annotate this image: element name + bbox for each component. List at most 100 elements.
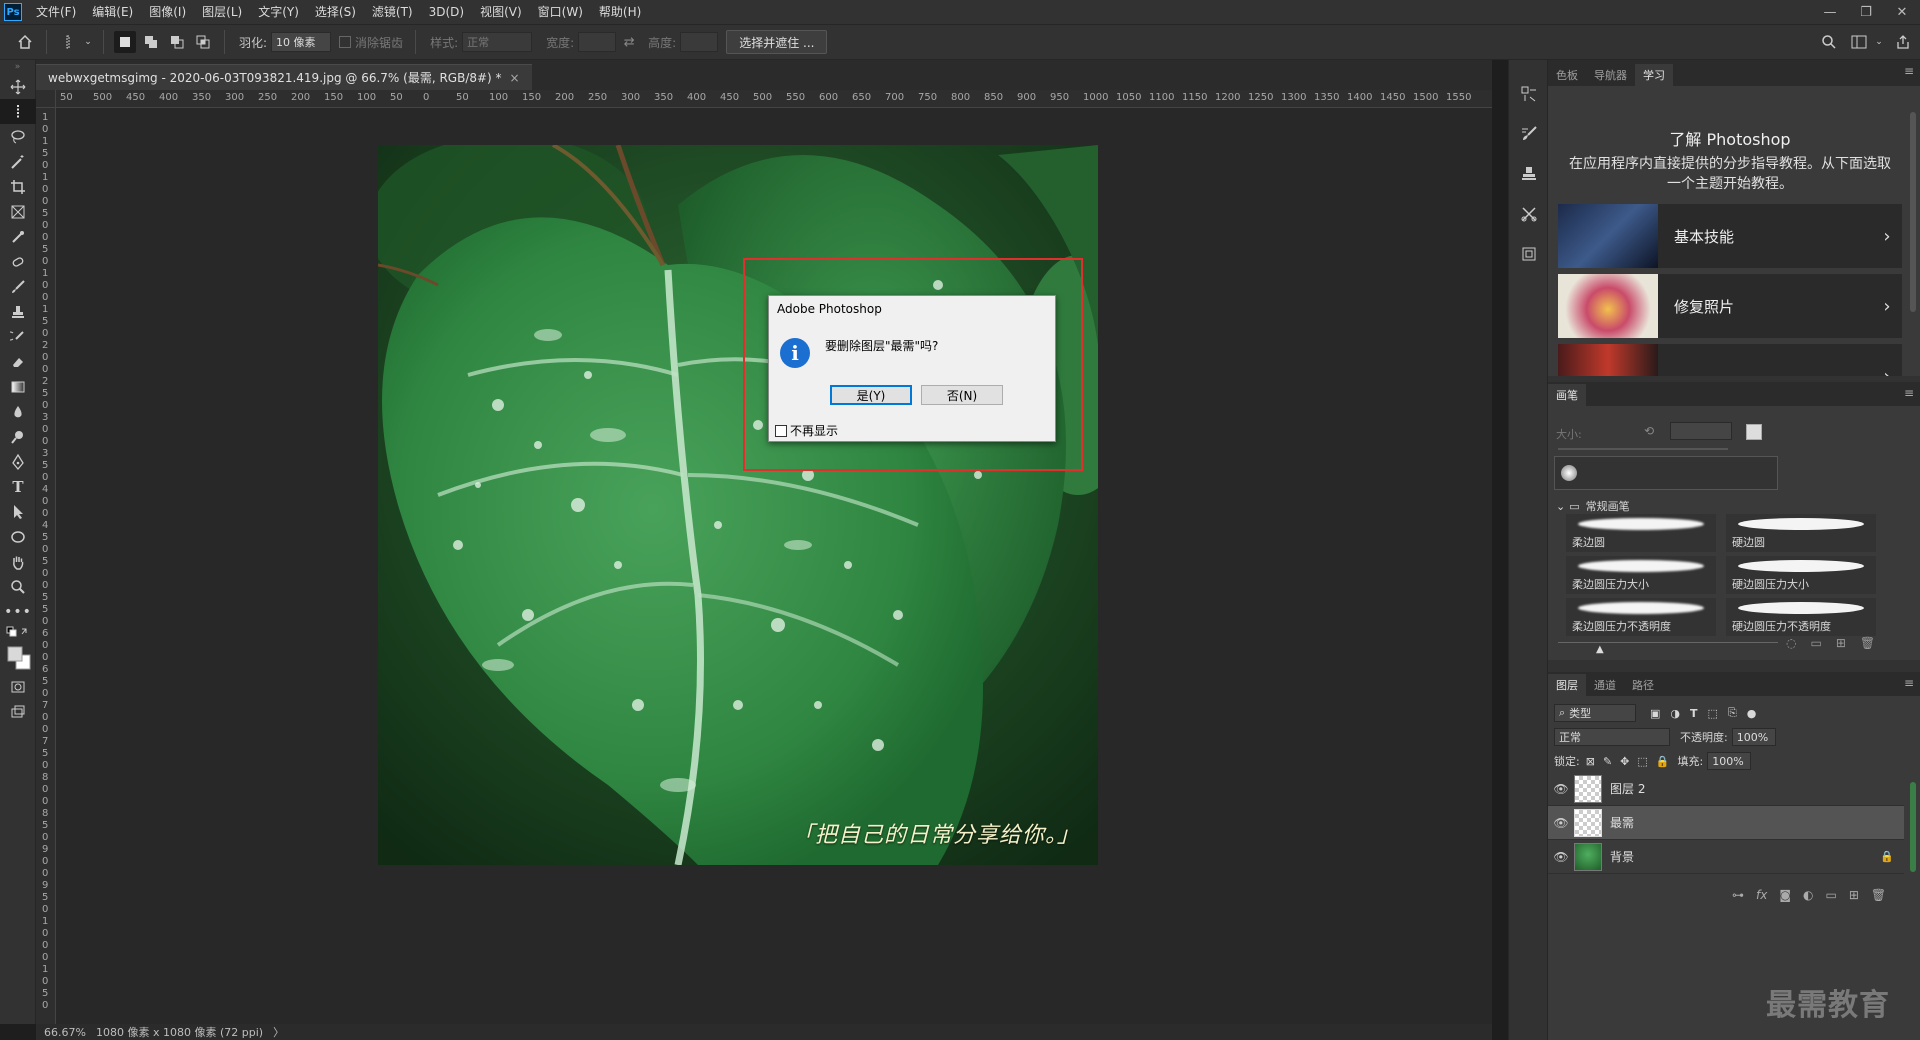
brush-size-thumb-icon[interactable]: ▲ xyxy=(1596,644,1604,655)
pen-tool-icon[interactable] xyxy=(0,449,36,474)
clone-source-icon[interactable] xyxy=(1509,154,1549,194)
menu-item[interactable]: 图层(L) xyxy=(194,0,250,24)
eye-icon[interactable]: 👁 xyxy=(1548,816,1574,830)
dodge-tool-icon[interactable] xyxy=(0,424,36,449)
intersect-selection-icon[interactable] xyxy=(192,31,214,53)
layers-scrollbar[interactable] xyxy=(1910,782,1916,872)
menu-item[interactable]: 文字(Y) xyxy=(250,0,307,24)
lock-position-icon[interactable]: ✥ xyxy=(1620,755,1629,768)
quick-mask-icon[interactable] xyxy=(0,674,36,699)
ellipse-tool-icon[interactable] xyxy=(0,524,36,549)
menu-item[interactable]: 编辑(E) xyxy=(84,0,141,24)
chevron-down-icon[interactable]: ⌄ xyxy=(83,31,93,53)
chevron-down-icon[interactable]: ⌄ xyxy=(1874,31,1884,53)
brush-item[interactable]: 硬边圆 xyxy=(1726,514,1876,552)
zoom-tool-icon[interactable] xyxy=(0,574,36,599)
layer-row-layer2[interactable]: 👁 图层 2 xyxy=(1548,772,1904,806)
brush-slider-track[interactable] xyxy=(1558,642,1778,643)
new-brush-icon[interactable]: ⊞ xyxy=(1836,636,1846,650)
brush-item[interactable]: 硬边圆压力大小 xyxy=(1726,556,1876,594)
horizontal-ruler[interactable]: 50 500 450 400 350 300 250 200 150 100 50 0 50 100 150… xyxy=(56,90,1492,108)
eye-icon[interactable]: 👁 xyxy=(1548,850,1574,864)
restore-icon[interactable]: ❐ xyxy=(1848,0,1884,24)
tab-learn[interactable]: 学习 xyxy=(1635,64,1673,86)
brush-tool-icon[interactable] xyxy=(0,274,36,299)
document-image[interactable]: 「把自己的日常分享给你。」 xyxy=(378,145,1098,865)
tab-navigator[interactable]: 导航器 xyxy=(1586,64,1635,86)
brush-item[interactable]: 柔边圆 xyxy=(1566,514,1716,552)
brush-settings-toggle-icon[interactable] xyxy=(1746,424,1762,440)
filter-smart-object-icon[interactable]: ⎘ xyxy=(1728,706,1737,720)
dont-show-again-checkbox[interactable]: 不再显示 xyxy=(775,422,838,439)
marquee-preset-icon[interactable] xyxy=(57,31,79,53)
home-icon[interactable] xyxy=(14,31,36,53)
tab-brushes[interactable]: 画笔 xyxy=(1548,384,1586,406)
healing-brush-tool-icon[interactable] xyxy=(0,249,36,274)
path-selection-tool-icon[interactable] xyxy=(0,499,36,524)
panel-menu-icon[interactable]: ≡ xyxy=(1904,64,1914,78)
menu-item[interactable]: 窗口(W) xyxy=(530,0,591,24)
status-arrow-icon[interactable]: 〉 xyxy=(273,1024,284,1040)
visibility-toggle-icon[interactable]: ◌ xyxy=(1786,636,1796,650)
panel-menu-icon[interactable]: ≡ xyxy=(1904,386,1914,400)
color-swatches-icon[interactable] xyxy=(0,642,36,674)
learn-card-basic-skills[interactable]: 基本技能 › xyxy=(1558,204,1902,268)
yes-button[interactable]: 是(Y) xyxy=(830,385,912,405)
workspace-icon[interactable] xyxy=(1848,31,1870,53)
feather-input[interactable]: 10 像素 xyxy=(271,32,332,52)
brush-size-slider[interactable] xyxy=(1558,448,1728,450)
libraries-icon[interactable] xyxy=(1509,234,1549,274)
tab-paths[interactable]: 路径 xyxy=(1624,674,1662,696)
menu-item[interactable]: 3D(D) xyxy=(421,0,472,24)
fill-input[interactable]: 100% xyxy=(1707,752,1752,770)
history-panel-icon[interactable] xyxy=(1509,74,1549,114)
menu-item[interactable]: 文件(F) xyxy=(28,0,84,24)
filter-shape-icon[interactable]: ⬚ xyxy=(1708,707,1718,720)
hand-tool-icon[interactable] xyxy=(0,549,36,574)
menu-item[interactable]: 图像(I) xyxy=(141,0,194,24)
tab-channels[interactable]: 通道 xyxy=(1586,674,1624,696)
learn-card-partial[interactable]: › xyxy=(1558,344,1902,376)
blend-mode-select[interactable]: 正常 xyxy=(1554,728,1670,746)
lock-image-icon[interactable]: ✎ xyxy=(1603,755,1612,768)
crop-tool-icon[interactable] xyxy=(0,174,36,199)
toolbar-collapse-icon[interactable]: » xyxy=(0,60,35,74)
vertical-ruler[interactable]: 1015010050050100150200250300350400450500… xyxy=(36,108,56,1024)
folder-icon[interactable]: ▭ xyxy=(1810,636,1821,650)
menu-item[interactable]: 选择(S) xyxy=(307,0,364,24)
height-input[interactable] xyxy=(680,32,719,52)
more-tools-icon[interactable]: ••• xyxy=(0,599,36,624)
checkbox-box[interactable] xyxy=(775,424,787,437)
lasso-tool-icon[interactable] xyxy=(0,124,36,149)
filter-type-icon[interactable]: T xyxy=(1690,707,1698,720)
magic-wand-tool-icon[interactable] xyxy=(0,149,36,174)
subtract-selection-icon[interactable] xyxy=(166,31,188,53)
close-icon[interactable]: ✕ xyxy=(1884,0,1920,24)
mask-icon[interactable]: ◙ xyxy=(1779,888,1791,902)
reset-icon[interactable]: ⟲ xyxy=(1644,424,1654,438)
type-tool-icon[interactable]: T xyxy=(0,474,36,499)
select-and-mask-button[interactable]: 选择并遮住 ... xyxy=(726,30,828,54)
zoom-level[interactable]: 66.67% xyxy=(44,1026,96,1039)
menu-item[interactable]: 滤镜(T) xyxy=(364,0,421,24)
blur-tool-icon[interactable] xyxy=(0,399,36,424)
default-colors-icon[interactable] xyxy=(0,624,36,642)
new-layer-icon[interactable]: ⊞ xyxy=(1849,888,1859,902)
frame-tool-icon[interactable] xyxy=(0,199,36,224)
antialias-checkbox[interactable] xyxy=(339,36,352,48)
panel-menu-icon[interactable]: ≡ xyxy=(1904,676,1914,690)
brush-item[interactable]: 柔边圆压力不透明度 xyxy=(1566,598,1716,636)
screen-mode-icon[interactable] xyxy=(0,699,36,724)
eraser-tool-icon[interactable] xyxy=(0,349,36,374)
layer-row-background[interactable]: 👁 背景 🔒 xyxy=(1548,840,1904,874)
swap-icon[interactable]: ⇄ xyxy=(618,31,640,53)
new-selection-icon[interactable] xyxy=(114,31,136,53)
opacity-input[interactable]: 100% xyxy=(1731,728,1776,746)
search-icon[interactable] xyxy=(1818,31,1840,53)
lock-transparent-icon[interactable]: ⊠ xyxy=(1586,755,1595,768)
share-icon[interactable] xyxy=(1892,31,1914,53)
link-icon[interactable]: ⊶ xyxy=(1732,888,1744,902)
history-brush-tool-icon[interactable] xyxy=(0,324,36,349)
tool-presets-icon[interactable] xyxy=(1509,194,1549,234)
style-select[interactable]: 正常 xyxy=(462,32,533,52)
